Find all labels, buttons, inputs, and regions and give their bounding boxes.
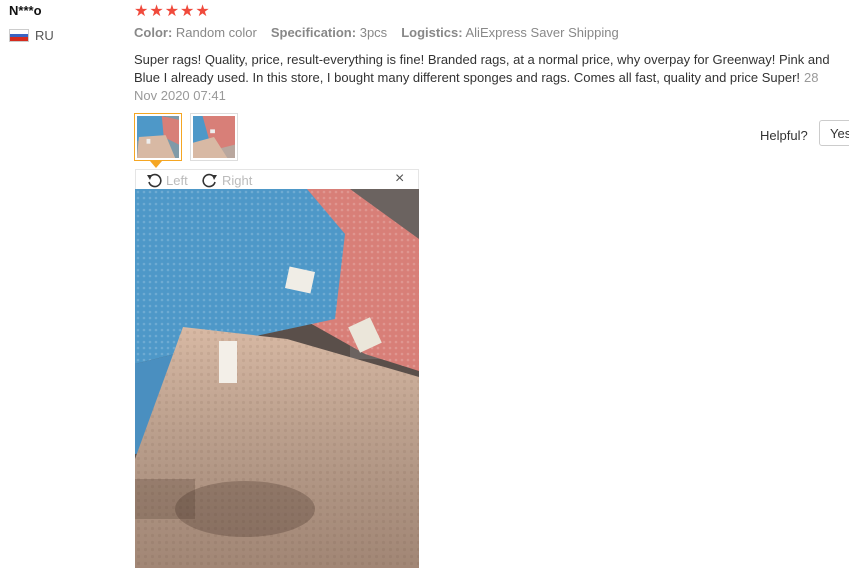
rotate-left-icon [147,173,162,188]
photo-viewer-toolbar: Left Right × [135,169,419,189]
review-text-block: Super rags! Quality, price, result-every… [134,51,834,105]
rotate-left-button[interactable]: Left [146,172,188,188]
star-icon: ★ [195,3,211,20]
star-icon: ★ [164,3,181,20]
active-thumbnail-caret [150,161,162,168]
star-icon: ★ [134,3,150,20]
specification-property: Specification: 3pcs [270,25,388,40]
helpful-yes-button[interactable]: Yes [819,120,849,146]
review-text: Super rags! Quality, price, result-every… [134,52,830,85]
review-photo-thumbnail-2[interactable] [190,113,238,161]
review-photo-large [135,189,419,568]
thumbnail-image [137,116,179,158]
color-property: Color: Random color [134,25,257,40]
thumbnail-image [193,116,235,158]
helpful-label: Helpful? [760,128,808,143]
close-icon[interactable]: × [395,170,404,188]
star-icon: ★ [180,3,196,20]
star-rating: ★★★★★ [134,1,211,21]
rotate-left-label: Left [166,172,188,188]
country-code: RU [35,28,54,43]
rotate-right-label: Right [222,172,253,188]
rotate-right-icon [202,173,217,188]
reviewer-country: RU [9,28,54,43]
review-photo-thumbnail-1[interactable] [134,113,182,161]
order-properties: Color: Random color Specification: 3pcs … [134,25,619,40]
reviewer-name: N***o [9,3,42,18]
logistics-property: Logistics: AliExpress Saver Shipping [401,25,619,40]
star-icon: ★ [149,3,165,20]
review-photo-image [135,189,419,568]
rotate-right-button[interactable]: Right [202,172,252,188]
russia-flag-icon [9,29,29,42]
